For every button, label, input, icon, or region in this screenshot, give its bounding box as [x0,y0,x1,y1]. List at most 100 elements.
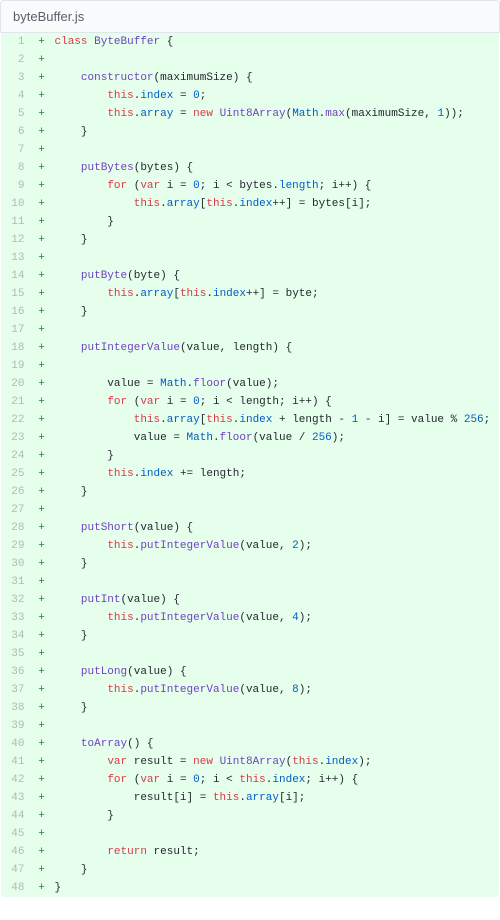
diff-line[interactable]: 3+ constructor(maximumSize) { [1,69,500,87]
file-header[interactable]: byteBuffer.js [0,0,500,33]
diff-line[interactable]: 28+ putShort(value) { [1,519,500,537]
line-number[interactable]: 46 [1,843,33,861]
diff-line[interactable]: 30+ } [1,555,500,573]
diff-line[interactable]: 24+ } [1,447,500,465]
diff-line[interactable]: 14+ putByte(byte) { [1,267,500,285]
diff-marker: + [33,141,51,159]
line-number[interactable]: 19 [1,357,33,375]
line-number[interactable]: 9 [1,177,33,195]
diff-line[interactable]: 33+ this.putIntegerValue(value, 4); [1,609,500,627]
diff-line[interactable]: 5+ this.array = new Uint8Array(Math.max(… [1,105,500,123]
diff-line[interactable]: 37+ this.putIntegerValue(value, 8); [1,681,500,699]
line-number[interactable]: 44 [1,807,33,825]
line-number[interactable]: 3 [1,69,33,87]
diff-line[interactable]: 12+ } [1,231,500,249]
diff-line[interactable]: 4+ this.index = 0; [1,87,500,105]
diff-line[interactable]: 19+ [1,357,500,375]
line-number[interactable]: 13 [1,249,33,267]
line-number[interactable]: 20 [1,375,33,393]
diff-line[interactable]: 20+ value = Math.floor(value); [1,375,500,393]
code-content: for (var i = 0; i < bytes.length; i++) { [51,177,500,195]
line-number[interactable]: 17 [1,321,33,339]
line-number[interactable]: 8 [1,159,33,177]
line-number[interactable]: 31 [1,573,33,591]
line-number[interactable]: 48 [1,879,33,898]
diff-line[interactable]: 36+ putLong(value) { [1,663,500,681]
line-number[interactable]: 39 [1,717,33,735]
diff-line[interactable]: 16+ } [1,303,500,321]
diff-line[interactable]: 44+ } [1,807,500,825]
line-number[interactable]: 28 [1,519,33,537]
code-content: } [51,303,500,321]
diff-line[interactable]: 26+ } [1,483,500,501]
line-number[interactable]: 30 [1,555,33,573]
diff-line[interactable]: 32+ putInt(value) { [1,591,500,609]
diff-line[interactable]: 47+ } [1,861,500,879]
line-number[interactable]: 41 [1,753,33,771]
line-number[interactable]: 47 [1,861,33,879]
line-number[interactable]: 11 [1,213,33,231]
line-number[interactable]: 1 [1,33,33,51]
diff-line[interactable]: 29+ this.putIntegerValue(value, 2); [1,537,500,555]
line-number[interactable]: 34 [1,627,33,645]
diff-line[interactable]: 48+} [1,879,500,898]
diff-line[interactable]: 46+ return result; [1,843,500,861]
line-number[interactable]: 2 [1,51,33,69]
line-number[interactable]: 4 [1,87,33,105]
line-number[interactable]: 29 [1,537,33,555]
line-number[interactable]: 35 [1,645,33,663]
diff-line[interactable]: 11+ } [1,213,500,231]
line-number[interactable]: 43 [1,789,33,807]
line-number[interactable]: 33 [1,609,33,627]
diff-line[interactable]: 42+ for (var i = 0; i < this.index; i++)… [1,771,500,789]
line-number[interactable]: 40 [1,735,33,753]
line-number[interactable]: 36 [1,663,33,681]
line-number[interactable]: 27 [1,501,33,519]
line-number[interactable]: 23 [1,429,33,447]
line-number[interactable]: 10 [1,195,33,213]
line-number[interactable]: 26 [1,483,33,501]
diff-line[interactable]: 21+ for (var i = 0; i < length; i++) { [1,393,500,411]
line-number[interactable]: 24 [1,447,33,465]
diff-line[interactable]: 41+ var result = new Uint8Array(this.ind… [1,753,500,771]
diff-line[interactable]: 25+ this.index += length; [1,465,500,483]
diff-line[interactable]: 7+ [1,141,500,159]
diff-line[interactable]: 17+ [1,321,500,339]
line-number[interactable]: 37 [1,681,33,699]
line-number[interactable]: 32 [1,591,33,609]
diff-line[interactable]: 35+ [1,645,500,663]
line-number[interactable]: 25 [1,465,33,483]
line-number[interactable]: 12 [1,231,33,249]
line-number[interactable]: 38 [1,699,33,717]
diff-line[interactable]: 13+ [1,249,500,267]
line-number[interactable]: 5 [1,105,33,123]
line-number[interactable]: 45 [1,825,33,843]
line-number[interactable]: 18 [1,339,33,357]
diff-line[interactable]: 43+ result[i] = this.array[i]; [1,789,500,807]
diff-line[interactable]: 22+ this.array[this.index + length - 1 -… [1,411,500,429]
diff-line[interactable]: 2+ [1,51,500,69]
line-number[interactable]: 7 [1,141,33,159]
diff-line[interactable]: 31+ [1,573,500,591]
line-number[interactable]: 21 [1,393,33,411]
diff-line[interactable]: 9+ for (var i = 0; i < bytes.length; i++… [1,177,500,195]
diff-line[interactable]: 45+ [1,825,500,843]
diff-line[interactable]: 10+ this.array[this.index++] = bytes[i]; [1,195,500,213]
diff-line[interactable]: 23+ value = Math.floor(value / 256); [1,429,500,447]
diff-line[interactable]: 8+ putBytes(bytes) { [1,159,500,177]
diff-line[interactable]: 34+ } [1,627,500,645]
line-number[interactable]: 22 [1,411,33,429]
line-number[interactable]: 14 [1,267,33,285]
line-number[interactable]: 6 [1,123,33,141]
diff-line[interactable]: 18+ putIntegerValue(value, length) { [1,339,500,357]
diff-line[interactable]: 39+ [1,717,500,735]
diff-line[interactable]: 15+ this.array[this.index++] = byte; [1,285,500,303]
diff-line[interactable]: 40+ toArray() { [1,735,500,753]
diff-line[interactable]: 38+ } [1,699,500,717]
line-number[interactable]: 15 [1,285,33,303]
diff-line[interactable]: 6+ } [1,123,500,141]
diff-line[interactable]: 1+class ByteBuffer { [1,33,500,51]
line-number[interactable]: 42 [1,771,33,789]
line-number[interactable]: 16 [1,303,33,321]
diff-line[interactable]: 27+ [1,501,500,519]
